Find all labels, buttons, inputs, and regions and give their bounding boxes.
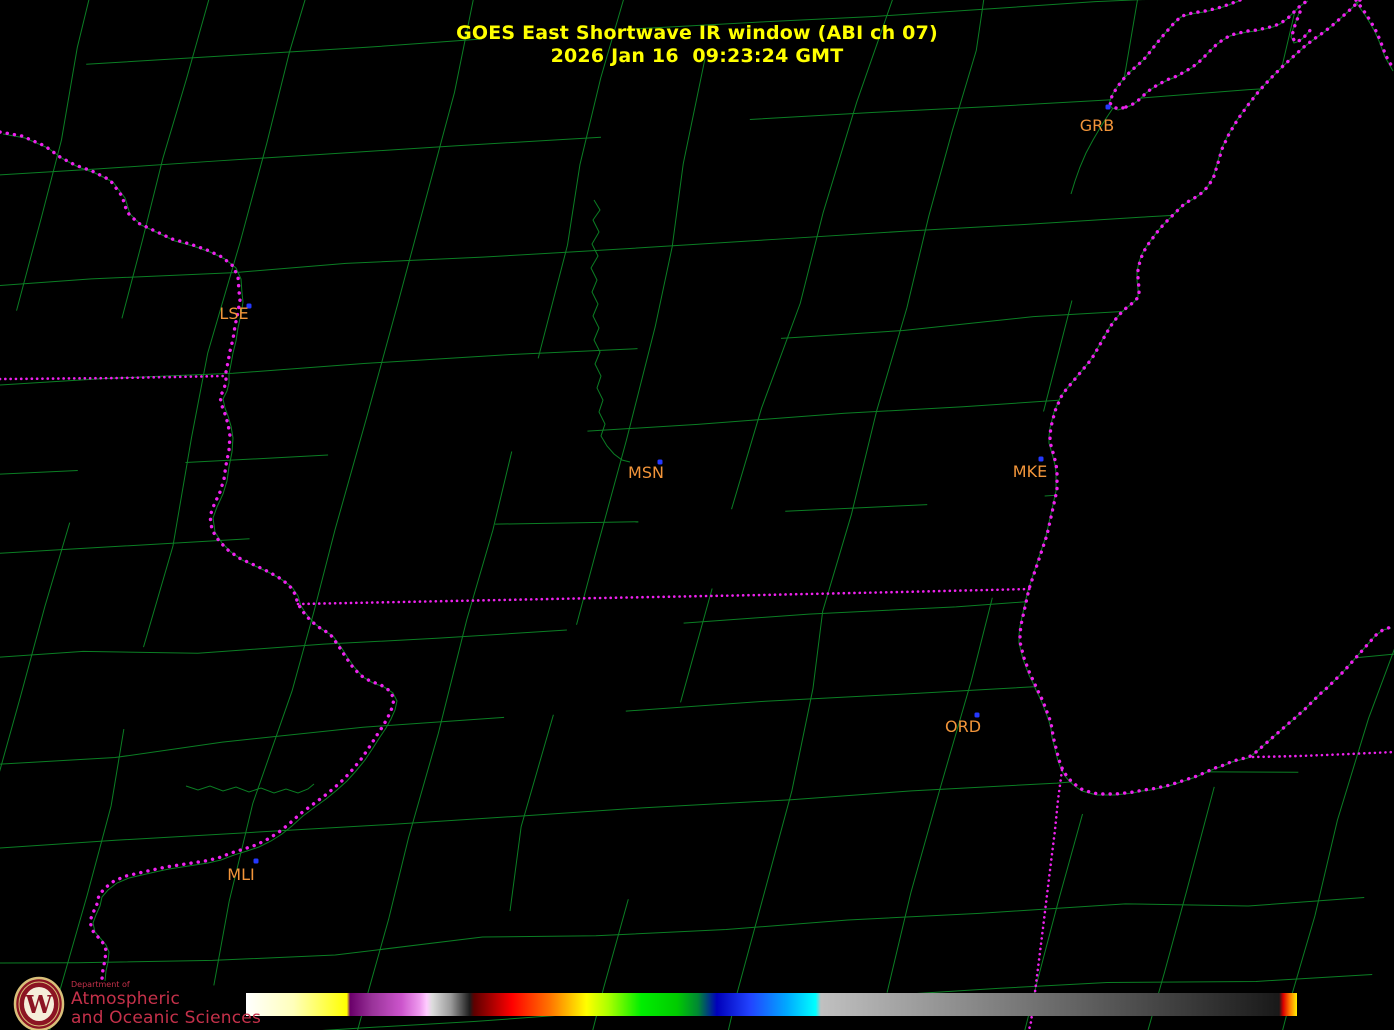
- city-dot-mli: [254, 859, 259, 864]
- city-label-mli: MLI: [227, 865, 254, 884]
- uw-crest-icon: W: [13, 976, 65, 1030]
- logo-department-label: Department of: [71, 981, 261, 989]
- city-label-grb: GRB: [1080, 116, 1115, 135]
- city-label-lse: LSE: [219, 304, 248, 323]
- logo-name-line2: and Oceanic Sciences: [71, 1010, 261, 1027]
- city-label-ord: ORD: [945, 717, 981, 736]
- city-dot-mke: [1039, 457, 1044, 462]
- uw-aos-logo: W Department of Atmospheric and Oceanic …: [13, 976, 261, 1030]
- image-title: GOES East Shortwave IR window (ABI ch 07…: [0, 22, 1394, 44]
- logo-name-line1: Atmospheric: [71, 991, 261, 1008]
- color-scale-bar: [246, 993, 1297, 1016]
- image-timestamp: 2026 Jan 16 09:23:24 GMT: [0, 45, 1394, 67]
- svg-text:W: W: [25, 990, 54, 1019]
- city-label-msn: MSN: [628, 463, 664, 482]
- city-label-mke: MKE: [1013, 462, 1047, 481]
- city-dot-grb: [1106, 105, 1111, 110]
- satellite-image-viewer: GRB LSE MSN MKE ORD MLI GOES East Shortwave I…: [0, 0, 1394, 1030]
- map-canvas: GRB LSE MSN MKE ORD MLI: [0, 0, 1394, 1030]
- logo-text: Department of Atmospheric and Oceanic Sc…: [71, 976, 261, 1027]
